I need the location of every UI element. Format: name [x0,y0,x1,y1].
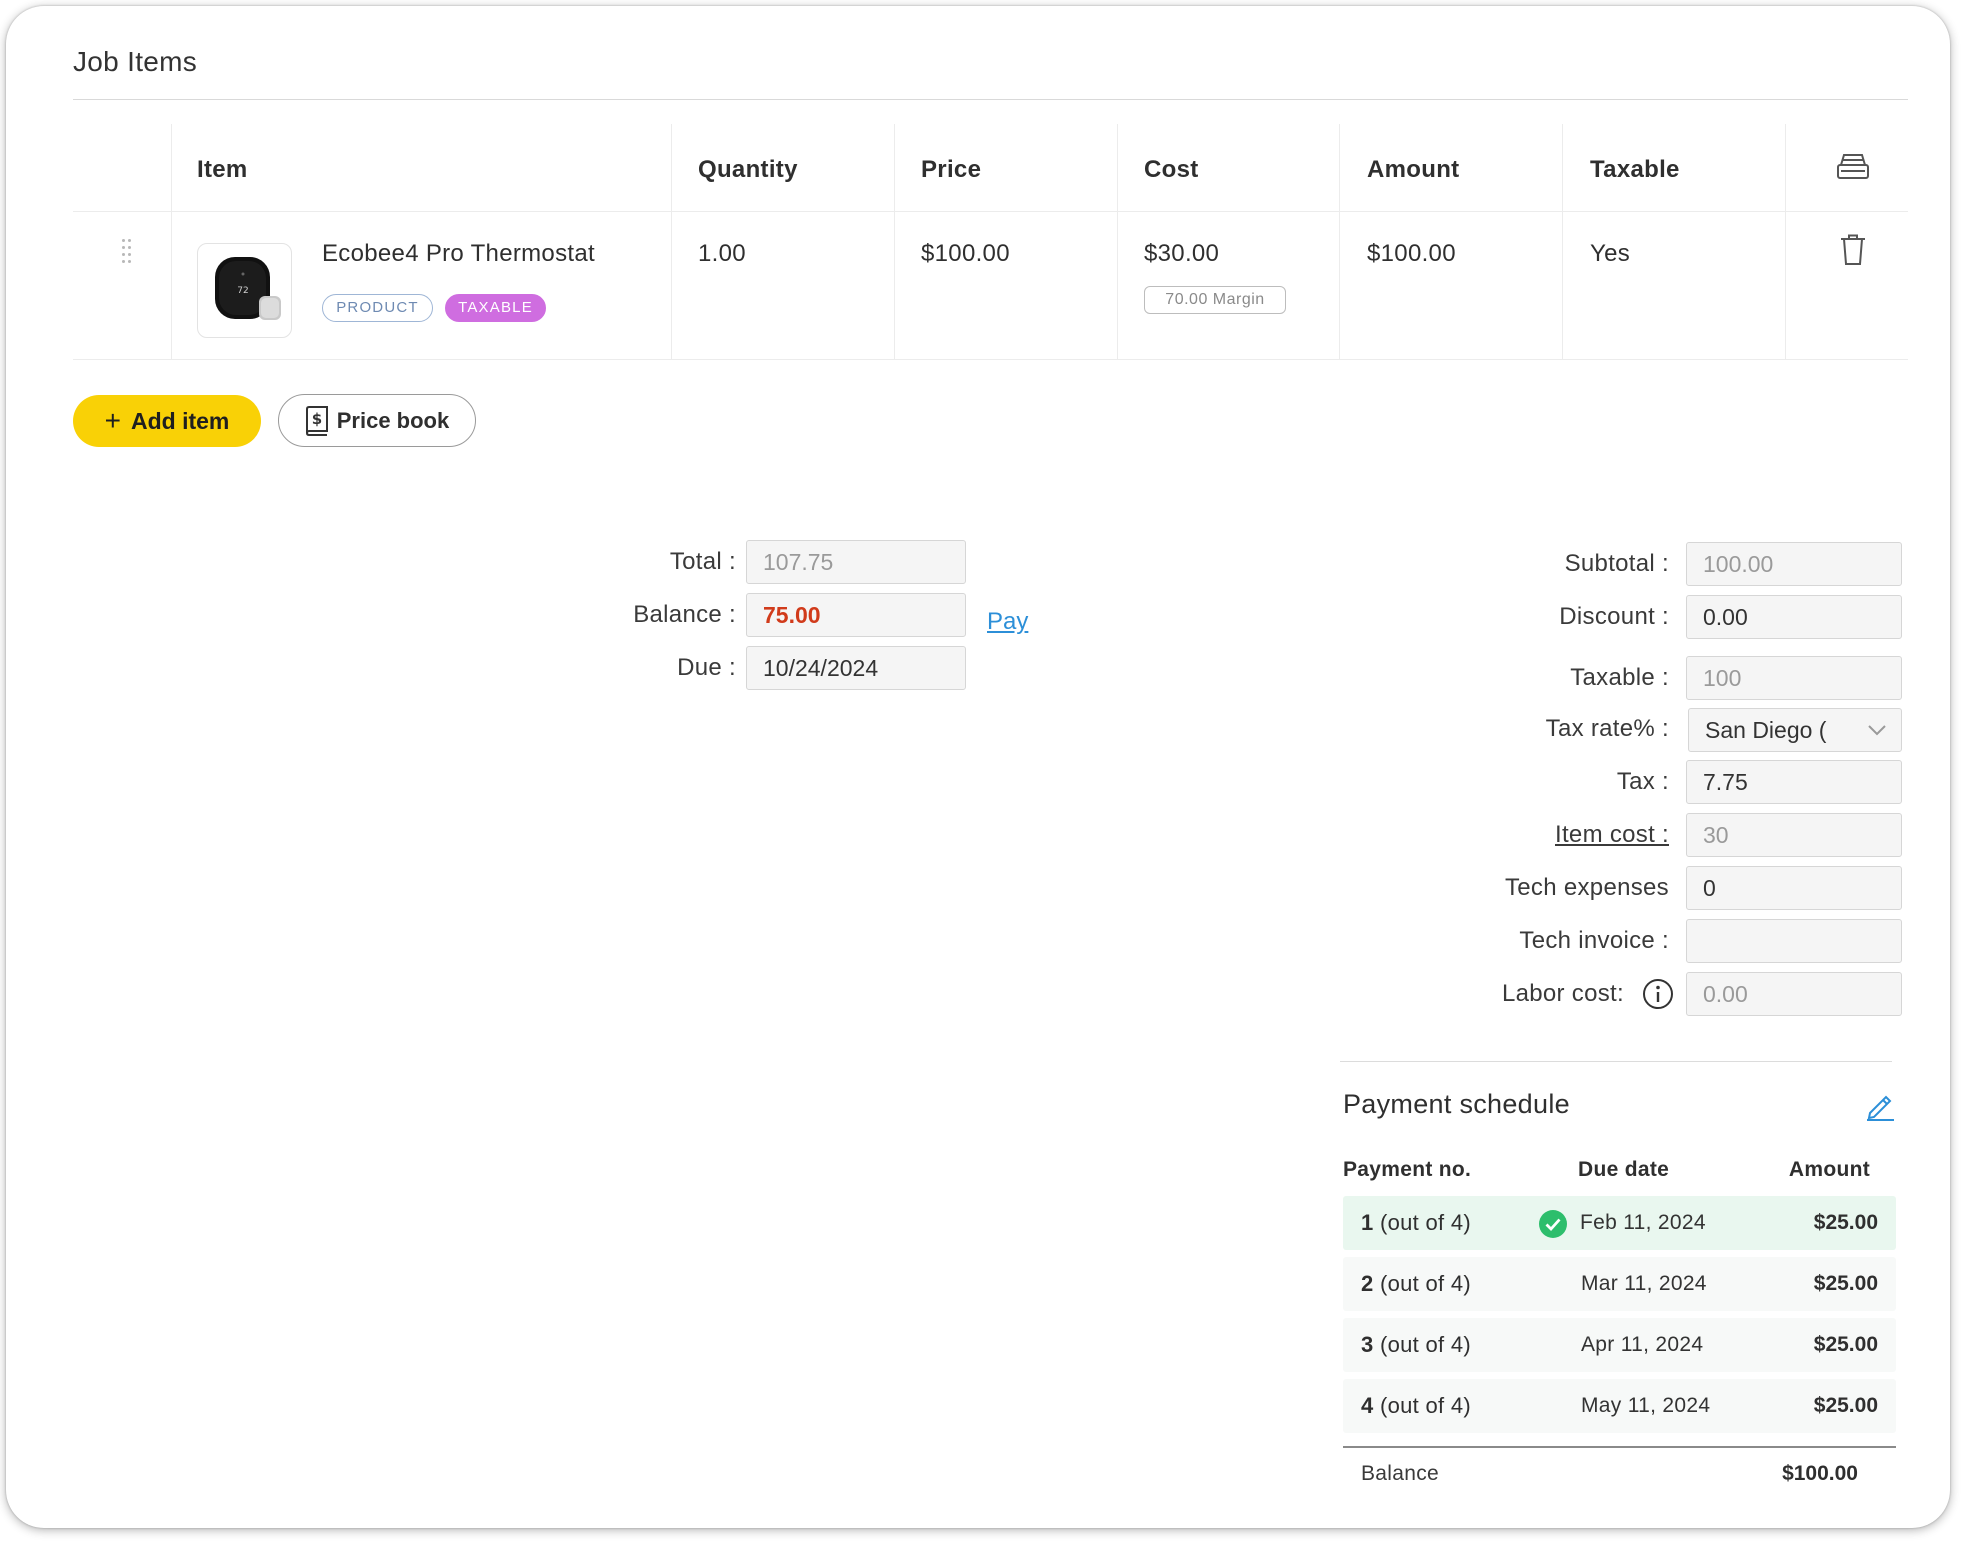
column-divider [1117,124,1118,360]
paid-check-icon [1539,1210,1567,1238]
payment-row[interactable]: 3 (out of 4) Apr 11, 2024 $25.00 [1343,1318,1896,1372]
svg-text:72: 72 [237,286,248,296]
labor-cost-field: 0.00 [1686,972,1902,1016]
balance-label: Balance : [633,601,736,628]
ps-header-amount: Amount [1788,1158,1870,1181]
payment-of-total: (out of 4) [1379,1271,1472,1296]
payment-schedule-title: Payment schedule [1343,1089,1570,1119]
discount-label: Discount : [1559,603,1669,630]
header-quantity[interactable]: Quantity [698,156,798,184]
payment-of-total: (out of 4) [1379,1210,1472,1235]
payment-row[interactable]: 1 (out of 4) Feb 11, 2024 $25.00 [1343,1196,1896,1250]
ps-header-payment-no: Payment no. [1343,1158,1472,1181]
item-taxable[interactable]: Yes [1590,240,1630,268]
header-cost[interactable]: Cost [1144,156,1199,184]
price-book-icon: $ [305,405,328,436]
tech-expenses-field[interactable]: 0 [1686,866,1902,910]
product-badge: PRODUCT [322,294,433,322]
title-divider [73,99,1908,100]
tech-invoice-label: Tech invoice : [1519,927,1669,954]
payment-number: 1 [1361,1210,1374,1235]
product-thumbnail: 72 [197,243,292,338]
payment-row[interactable]: 4 (out of 4) May 11, 2024 $25.00 [1343,1379,1896,1433]
header-item[interactable]: Item [197,156,248,184]
column-settings-icon[interactable] [1835,151,1871,181]
due-date-field[interactable]: 10/24/2024 [746,646,966,690]
payment-due-date: Mar 11, 2024 [1581,1272,1707,1295]
tech-expenses-label: Tech expenses [1504,874,1669,901]
table-header-divider [73,211,1908,212]
price-book-button[interactable]: $ Price book [278,394,476,447]
column-divider [171,124,172,360]
price-book-label: Price book [336,407,450,433]
tax-rate-label: Tax rate% : [1545,715,1669,742]
drag-handle-icon[interactable] [121,239,133,265]
subtotal-label: Subtotal : [1564,550,1669,577]
taxable-field: 100 [1686,656,1902,700]
section-title: Job Items [73,46,198,77]
total-label: Total : [669,548,736,575]
item-cost-field: 30 [1686,813,1902,857]
total-field: 107.75 [746,540,966,584]
info-icon[interactable] [1641,977,1675,1011]
item-amount: $100.00 [1367,240,1456,267]
taxable-badge: TAXABLE [445,294,546,322]
payment-amount: $25.00 [1813,1211,1878,1234]
payment-of-total: (out of 4) [1379,1393,1472,1418]
subtotal-field: 100.00 [1686,542,1902,586]
tax-field[interactable]: 7.75 [1686,760,1902,804]
item-price[interactable]: $100.00 [921,240,1010,268]
payment-of-total: (out of 4) [1379,1332,1472,1357]
labor-cost-label: Labor cost: [1501,980,1624,1007]
add-item-button[interactable]: + Add item [73,395,261,447]
payment-amount: $25.00 [1813,1272,1878,1295]
payment-row[interactable]: 2 (out of 4) Mar 11, 2024 $25.00 [1343,1257,1896,1311]
margin-tag: 70.00 Margin [1144,286,1286,314]
tax-rate-value: San Diego ( [1705,717,1827,743]
plus-icon: + [104,405,121,436]
column-divider [1562,124,1563,360]
chevron-down-icon [1868,725,1886,736]
payment-number: 2 [1361,1271,1374,1296]
pay-link[interactable]: Pay [987,608,1028,636]
column-divider [1785,124,1786,360]
taxable-label: Taxable : [1570,664,1669,691]
job-items-card: Job Items Item Quantity Price Cost Amoun… [6,6,1950,1528]
due-label: Due : [677,654,736,681]
payment-number: 4 [1361,1393,1374,1418]
item-cost[interactable]: $30.00 [1144,240,1219,268]
payment-number: 3 [1361,1332,1374,1357]
table-bottom-divider [73,359,1908,360]
payment-amount: $25.00 [1813,1394,1878,1417]
item-cost-link[interactable]: Item cost : [1406,821,1669,849]
thermostat-image-icon: 72 [215,257,281,320]
payment-amount: $25.00 [1813,1333,1878,1356]
column-divider [1339,124,1340,360]
balance-field: 75.00 [746,593,966,637]
ps-balance-label: Balance [1361,1462,1439,1485]
ps-balance-value: $100.00 [1782,1462,1858,1485]
discount-field[interactable]: 0.00 [1686,595,1902,639]
column-divider [671,124,672,360]
column-divider [894,124,895,360]
tax-rate-select[interactable]: San Diego ( [1688,708,1902,752]
payment-due-date: Feb 11, 2024 [1580,1211,1706,1234]
header-taxable[interactable]: Taxable [1590,156,1680,184]
add-item-label: Add item [130,407,230,434]
payment-due-date: Apr 11, 2024 [1581,1333,1704,1356]
item-quantity[interactable]: 1.00 [698,240,746,268]
ps-header-due-date: Due date [1578,1158,1670,1181]
header-price[interactable]: Price [921,156,981,184]
header-amount[interactable]: Amount [1367,156,1459,184]
balance-divider [1343,1446,1896,1448]
trash-icon[interactable] [1840,234,1866,266]
item-name[interactable]: Ecobee4 Pro Thermostat [322,240,595,268]
payment-schedule-divider [1340,1061,1892,1062]
svg-text:$: $ [312,410,322,428]
payment-due-date: May 11, 2024 [1581,1394,1711,1417]
tech-invoice-field[interactable] [1686,919,1902,963]
edit-pencil-icon[interactable] [1864,1089,1896,1121]
tax-label: Tax : [1616,768,1669,795]
